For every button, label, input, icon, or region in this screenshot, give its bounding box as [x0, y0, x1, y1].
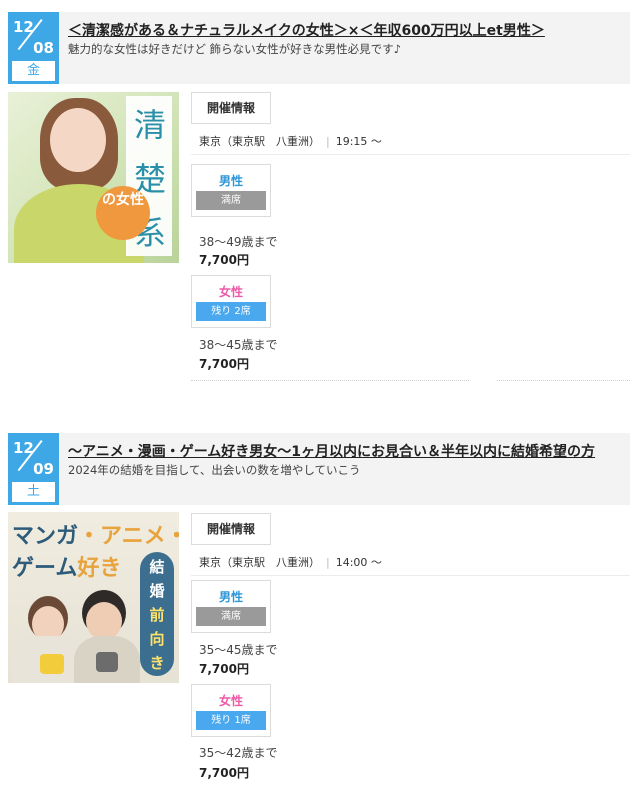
event-subtitle: 魅力的な女性は好きだけど 飾らない女性が好きな男性必見です♪ [68, 42, 401, 56]
info-tag: 開催情報 [191, 92, 271, 124]
female-age: 35～42歳まで [199, 746, 278, 760]
divider [191, 154, 630, 155]
male-label: 男性 [218, 174, 243, 188]
event-title-link[interactable]: ～アニメ・漫画・ゲーム好き男女～1ヶ月以内にお見合い＆半年以内に結婚希望の方 [68, 441, 595, 461]
pill-char: 結 [149, 558, 165, 576]
pill-char: 向 [149, 630, 165, 648]
date-day: 09 [33, 460, 54, 478]
female-box: 女性 残り 2席 [191, 275, 271, 328]
thumbnail-title-part: マンガ [12, 524, 79, 549]
date-weekday: 土 [12, 482, 55, 502]
event-thumbnail[interactable]: 清 楚 系 の女性 [8, 92, 179, 263]
male-price: 7,700円 [199, 253, 249, 267]
event-subtitle: 2024年の結婚を目指して、出会いの数を増やしていこう [68, 463, 361, 477]
female-label: 女性 [218, 285, 243, 299]
time-text: 19:15 ～ [335, 135, 382, 148]
pipe-separator-icon: | [326, 556, 330, 569]
dotted-divider [191, 380, 469, 381]
female-status-badge: 残り 2席 [196, 302, 266, 321]
dotted-divider [497, 380, 630, 381]
time-text: 14:00 ～ [335, 556, 382, 569]
venue-time: 東京（東京駅 八重洲） | 14:00 ～ [199, 554, 382, 570]
thumbnail-title-part: ゲーム [12, 556, 78, 581]
date-weekday: 金 [12, 61, 55, 81]
cup-shape [96, 652, 118, 672]
pill-char: 婚 [149, 582, 165, 600]
female-label: 女性 [218, 694, 243, 708]
venue-text: 東京（東京駅 八重洲） [199, 135, 320, 148]
female-price: 7,700円 [199, 766, 249, 780]
date-day: 08 [33, 39, 54, 57]
male-box: 男性 満席 [191, 164, 271, 217]
pill-char: き [149, 654, 165, 672]
thumbnail-title-part: 好き [77, 556, 122, 581]
venue-text: 東京（東京駅 八重洲） [199, 556, 320, 569]
date-badge: 12 09 土 [8, 433, 59, 505]
venue-time: 東京（東京駅 八重洲） | 19:15 ～ [199, 133, 382, 149]
event-header: 12 08 金 ＜清潔感がある＆ナチュラルメイクの女性＞×＜年収600万円以上e… [8, 12, 630, 84]
thumbnail-title-line2: ゲーム好き [12, 550, 121, 582]
date-badge: 12 08 金 [8, 12, 59, 84]
male-box: 男性 満席 [191, 580, 271, 633]
event-header: 12 09 土 ～アニメ・漫画・ゲーム好き男女～1ヶ月以内にお見合い＆半年以内に… [8, 433, 630, 505]
female-box: 女性 残り 1席 [191, 684, 271, 737]
pill-char: 前 [149, 606, 165, 624]
person-face-shape [86, 602, 122, 640]
event-thumbnail[interactable]: マンガ・アニメ・ ゲーム好き 結 婚 前 向 き [8, 512, 179, 683]
divider [191, 575, 630, 576]
male-label: 男性 [218, 590, 243, 604]
male-status-badge: 満席 [196, 607, 266, 626]
thumbnail-title-line1: マンガ・アニメ・ [12, 518, 179, 550]
cup-shape [40, 654, 64, 674]
male-price: 7,700円 [199, 662, 249, 676]
thumbnail-circle-text: の女性 [102, 192, 144, 208]
female-status-badge: 残り 1席 [196, 711, 266, 730]
pipe-separator-icon: | [326, 135, 330, 148]
info-tag: 開催情報 [191, 513, 271, 545]
thumbnail-title-part: ・アニメ・ [78, 524, 179, 549]
thumbnail-kanji: 清 [133, 106, 166, 144]
event-title-link[interactable]: ＜清潔感がある＆ナチュラルメイクの女性＞×＜年収600万円以上et男性＞ [68, 20, 545, 40]
male-age: 38～49歳まで [199, 235, 278, 249]
female-price: 7,700円 [199, 357, 249, 371]
male-age: 35～45歳まで [199, 643, 278, 657]
woman-face-shape [50, 108, 106, 172]
male-status-badge: 満席 [196, 191, 266, 210]
female-age: 38～45歳まで [199, 338, 278, 352]
